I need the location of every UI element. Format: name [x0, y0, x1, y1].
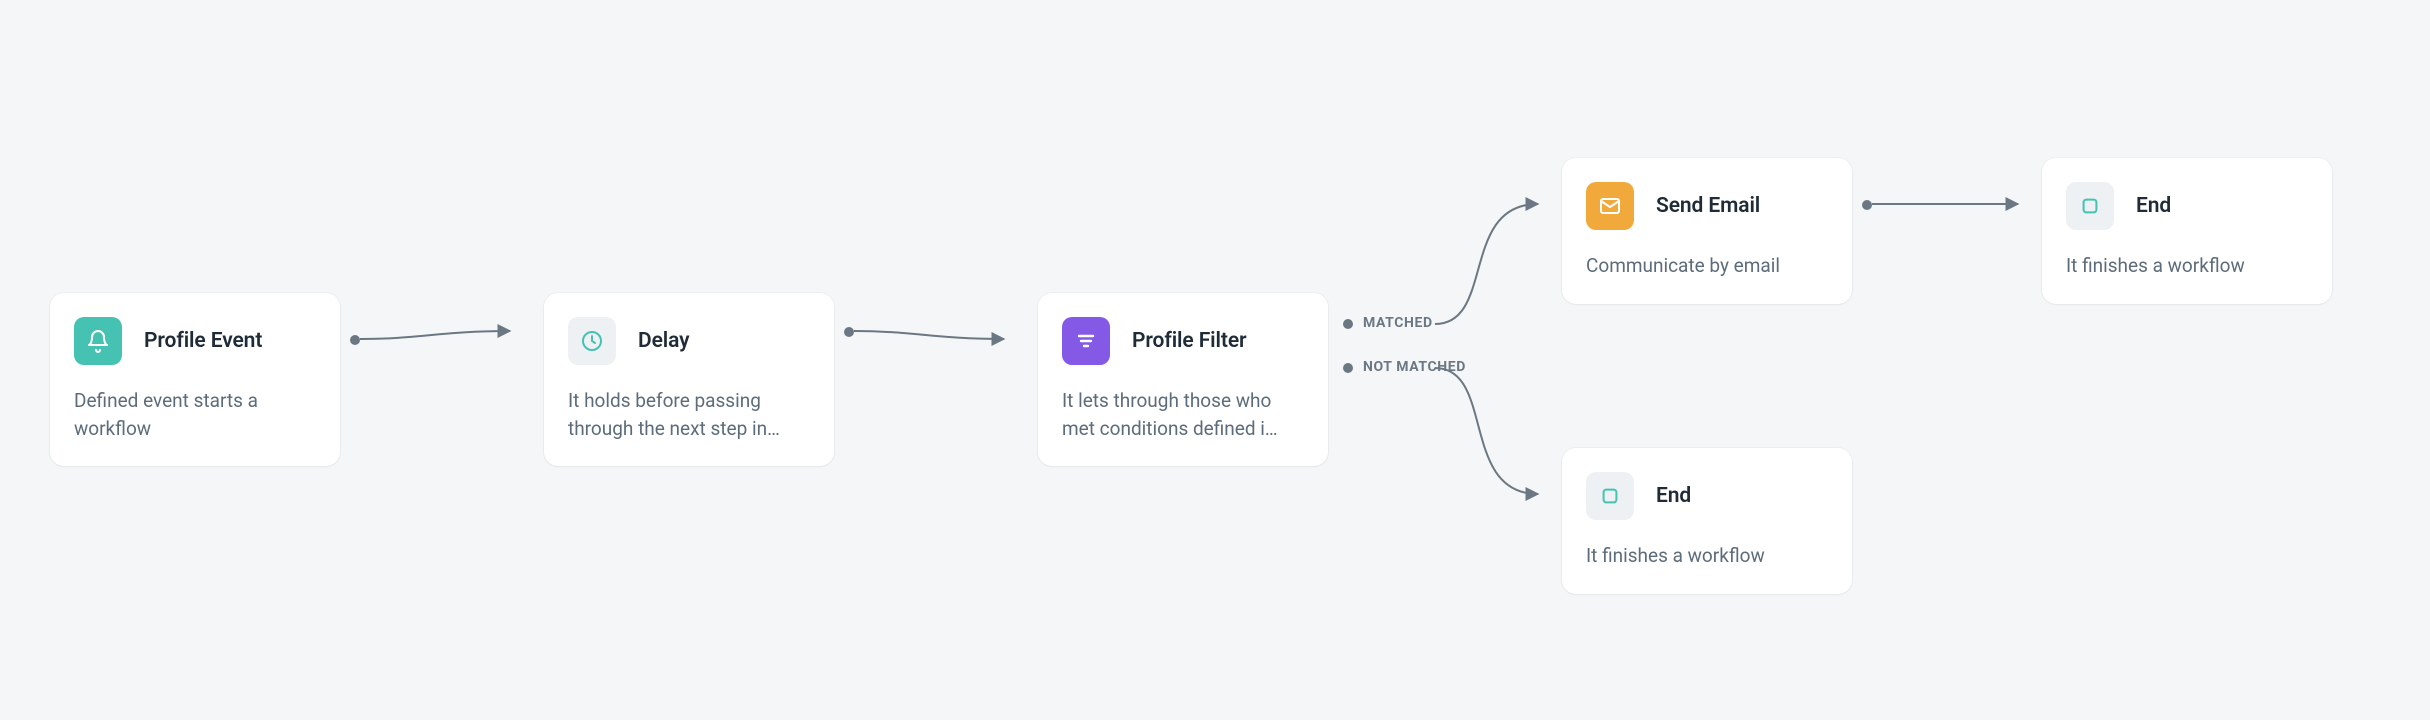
node-end-top[interactable]: End It finishes a workflow: [2042, 158, 2332, 304]
output-port-matched[interactable]: [1343, 319, 1353, 329]
bell-icon: [74, 317, 122, 365]
clock-icon: [568, 317, 616, 365]
node-title: Delay: [638, 329, 690, 353]
node-send-email[interactable]: Send Email Communicate by email: [1562, 158, 1852, 304]
filter-icon: [1062, 317, 1110, 365]
node-profile-filter[interactable]: Profile Filter It lets through those who…: [1038, 293, 1328, 466]
node-title: Profile Filter: [1132, 329, 1247, 353]
node-title: Send Email: [1656, 194, 1760, 218]
node-end-bottom[interactable]: End It finishes a workflow: [1562, 448, 1852, 594]
node-title: Profile Event: [144, 329, 262, 353]
port-label-matched: MATCHED: [1363, 315, 1433, 331]
mail-icon: [1586, 182, 1634, 230]
stop-icon: [2066, 182, 2114, 230]
output-port[interactable]: [350, 335, 360, 345]
node-title: End: [1656, 484, 1691, 508]
workflow-canvas[interactable]: Profile Event Defined event starts a wor…: [0, 0, 2430, 720]
edge-delay-to-filter: [854, 331, 1004, 339]
output-port[interactable]: [844, 327, 854, 337]
edge-filter-notmatched-to-end: [1435, 368, 1538, 494]
node-delay[interactable]: Delay It holds before passing through th…: [544, 293, 834, 466]
node-title: End: [2136, 194, 2171, 218]
output-port[interactable]: [1862, 200, 1872, 210]
node-desc: It holds before passing through the next…: [568, 387, 810, 442]
node-desc: It lets through those who met conditions…: [1062, 387, 1304, 442]
edge-event-to-delay: [360, 331, 510, 339]
port-label-notmatched: NOT MATCHED: [1363, 359, 1466, 375]
node-profile-event[interactable]: Profile Event Defined event starts a wor…: [50, 293, 340, 466]
edge-filter-matched-to-email: [1435, 204, 1538, 324]
stop-icon: [1586, 472, 1634, 520]
output-port-notmatched[interactable]: [1343, 363, 1353, 373]
node-desc: It finishes a workflow: [2066, 252, 2308, 280]
node-desc: It finishes a workflow: [1586, 542, 1828, 570]
node-desc: Defined event starts a workflow: [74, 387, 316, 442]
node-desc: Communicate by email: [1586, 252, 1828, 280]
